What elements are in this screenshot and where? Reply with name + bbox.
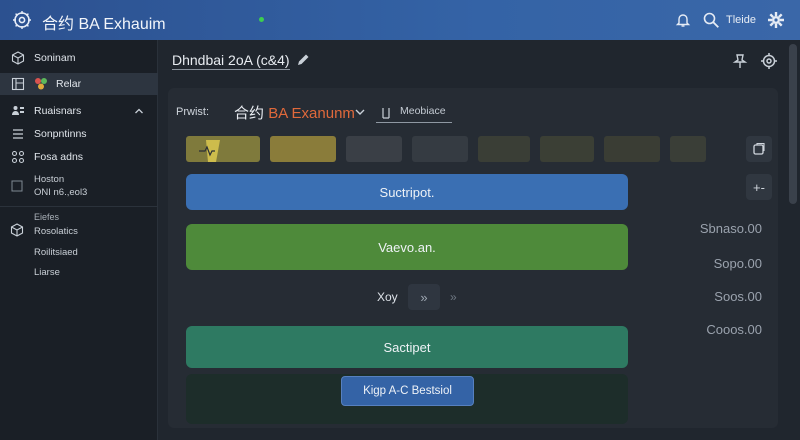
search-icon[interactable] <box>702 11 720 29</box>
action-button[interactable]: Kigp A-C Bestsiol <box>341 376 474 406</box>
prompt-label: Prwist: <box>176 106 209 118</box>
pin-icon[interactable] <box>732 53 748 69</box>
sidebar-item-ruaisnars[interactable]: Ruaisnars <box>0 100 158 122</box>
tag-label: Meobiace <box>400 105 446 117</box>
sidebar-item-fosa-adns[interactable]: Fosa adns <box>0 146 158 168</box>
sidebar-divider <box>0 206 158 207</box>
users-icon <box>12 106 24 115</box>
sidebar-item-soninam[interactable]: Soninam <box>0 47 158 69</box>
sidebar-section-item[interactable]: Liarse <box>34 267 60 278</box>
sidebar: Soninam Relar Ruaisnars Sonpntinns Fosa … <box>0 40 158 440</box>
metric-value: Cooos.00 <box>706 322 762 337</box>
swatch-4[interactable] <box>412 136 468 162</box>
bell-icon[interactable] <box>674 11 692 29</box>
bracket-icon <box>382 108 390 119</box>
sidebar-section-item[interactable]: Roilitsiaed <box>34 247 78 258</box>
pager-label: Xoy <box>377 290 398 304</box>
copy-button[interactable] <box>746 136 772 162</box>
swatch-3[interactable] <box>346 136 402 162</box>
sidebar-section-label: Eiefes <box>34 212 60 222</box>
model-selector[interactable]: 合约 BA Exanunm <box>234 102 355 123</box>
top-bar: 合约 BA Exhauim Tleide <box>0 0 800 40</box>
sidebar-item-hoston[interactable]: Hoston ONI n6.,eol3 <box>0 172 158 202</box>
sidebar-section-item[interactable]: Rosolatics <box>34 226 78 237</box>
metric-value: Soos.00 <box>714 289 762 304</box>
metric-value: Sbnaso.00 <box>699 221 762 236</box>
pager-last-button[interactable]: » <box>450 290 457 304</box>
sidebar-item-label: Soninam <box>34 52 76 64</box>
pencil-icon[interactable] <box>296 53 310 67</box>
palette-icon <box>35 78 47 90</box>
user-label[interactable]: Tleide <box>726 14 756 26</box>
settings-icon[interactable] <box>766 10 786 30</box>
gear-icon[interactable] <box>760 52 778 70</box>
sidebar-item-label: Sonpntinns <box>34 128 87 140</box>
swatch-2[interactable] <box>270 136 336 162</box>
pager-next-button[interactable]: » <box>408 284 440 310</box>
cube-icon <box>11 51 25 65</box>
chevron-up-icon[interactable] <box>134 106 144 116</box>
status-indicator <box>259 17 264 22</box>
primary-button[interactable]: Suctripot. <box>186 174 628 210</box>
app-gear-icon[interactable] <box>12 10 32 30</box>
layout-icon <box>11 77 25 91</box>
sidebar-hoston-sub: ONI n6.,eol3 <box>34 187 88 198</box>
sidebar-item-label: Fosa adns <box>34 151 84 163</box>
sidebar-item-relar[interactable]: Relar <box>0 73 158 95</box>
swatch-5[interactable] <box>478 136 530 162</box>
cube-outline-icon <box>10 223 24 237</box>
waveform-icon <box>199 140 220 162</box>
sidebar-hoston-label: Hoston <box>34 174 65 185</box>
document-title[interactable]: Dhndbai 2oA (c&4) <box>172 52 290 70</box>
tertiary-button[interactable]: Sactipet <box>186 326 628 368</box>
main-area: Dhndbai 2oA (c&4) Prwist: 合约 BA Exanunm … <box>158 40 800 440</box>
list-icon <box>13 129 23 139</box>
host-icon <box>11 180 23 192</box>
swatch-8[interactable] <box>670 136 706 162</box>
sidebar-item-sonpntinns[interactable]: Sonpntinns <box>0 123 158 145</box>
copy-icon <box>753 142 765 155</box>
tag-selector[interactable]: Meobiace <box>376 105 452 123</box>
sidebar-item-label: Ruaisnars <box>34 105 82 117</box>
model-name: BA Exanunm <box>268 105 355 122</box>
chevron-down-icon[interactable] <box>355 108 365 116</box>
model-prefix: 合约 <box>234 105 265 122</box>
secondary-button[interactable]: Vaevo.an. <box>186 224 628 270</box>
swatch-7[interactable] <box>604 136 660 162</box>
app-title: 合约 BA Exhauim <box>42 16 166 33</box>
metric-value: Sopo.00 <box>713 256 762 271</box>
sidebar-item-label: Relar <box>56 78 82 90</box>
plus-minus-button[interactable]: +- <box>746 174 772 200</box>
grid-icon <box>11 150 25 164</box>
swatch-6[interactable] <box>540 136 594 162</box>
scrollbar[interactable] <box>789 44 797 204</box>
